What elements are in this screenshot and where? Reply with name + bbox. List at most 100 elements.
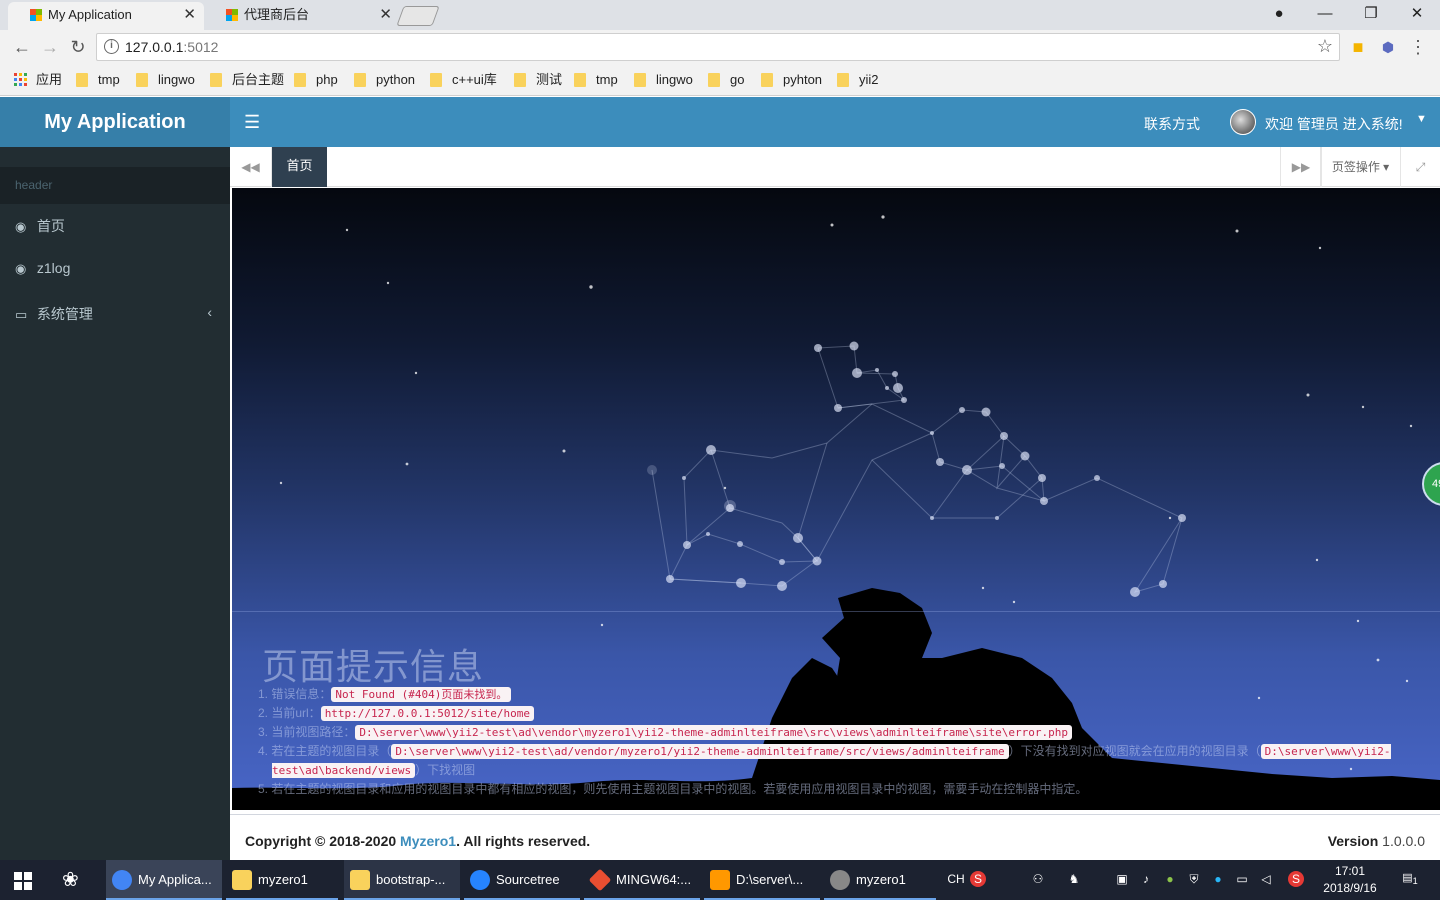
bookmark-folder[interactable]: tmp bbox=[574, 72, 618, 88]
bookmark-folder[interactable]: php bbox=[294, 72, 338, 88]
chevron-left-icon: ‹ bbox=[207, 304, 212, 320]
close-icon[interactable]: ✕ bbox=[379, 2, 392, 28]
sogou-icon[interactable]: S bbox=[1288, 871, 1304, 887]
dashboard-icon: ◉ bbox=[15, 219, 27, 234]
taskbar-item-myzero1[interactable]: myzero1 bbox=[824, 860, 936, 900]
ime-indicator[interactable]: CH bbox=[946, 871, 966, 887]
extension-r-icon[interactable]: ⬢ bbox=[1376, 36, 1400, 58]
sidebar-item-z1log[interactable]: ◉ z1log bbox=[0, 248, 230, 292]
browser-tab-bar: My Application ✕ 代理商后台 ✕ ● — ❐ ✕ bbox=[0, 0, 1440, 30]
sidebar-item-system[interactable]: ▭ 系统管理 ‹ bbox=[0, 292, 230, 336]
folder-icon bbox=[76, 73, 88, 87]
bookmark-folder[interactable]: c++ui库 bbox=[430, 72, 497, 88]
tab-title: 代理商后台 bbox=[244, 7, 310, 22]
minimize-icon[interactable]: — bbox=[1302, 0, 1348, 30]
browser-tab-my-application[interactable]: My Application ✕ bbox=[8, 2, 204, 30]
taskbar-item-chrome[interactable]: My Applica... bbox=[106, 860, 222, 900]
sidebar-item-home[interactable]: ◉ 首页 bbox=[0, 204, 230, 248]
tab-home[interactable]: 首页 bbox=[272, 147, 327, 187]
bookmark-folder[interactable]: yii2 bbox=[837, 72, 879, 88]
browser-tab-agent-backend[interactable]: 代理商后台 ✕ bbox=[204, 2, 400, 30]
people-icon[interactable]: ⚇ bbox=[1030, 871, 1046, 887]
taskbar-item-folder[interactable]: bootstrap-... bbox=[344, 860, 460, 900]
message-list: 1. 错误信息： Not Found (#404)页面未找到。 2. 当前url：… bbox=[258, 685, 1408, 798]
sogou-icon[interactable]: S bbox=[970, 871, 986, 887]
page-title: 页面提示信息 bbox=[262, 646, 485, 687]
info-icon[interactable]: i bbox=[104, 39, 119, 54]
caret-down-icon[interactable]: ▼ bbox=[1416, 113, 1427, 125]
maximize-icon[interactable]: ❐ bbox=[1348, 0, 1394, 30]
bookmark-folder[interactable]: tmp bbox=[76, 72, 120, 88]
view-path: D:\server\www\yii2-test\ad\vendor\myzero… bbox=[355, 725, 1072, 740]
windows-taskbar: ❀ My Applica... myzero1 bootstrap-... So… bbox=[0, 860, 1440, 900]
url-input[interactable]: i 127.0.0.1:5012 ☆ bbox=[96, 33, 1340, 61]
tray-app-icon[interactable]: ▣ bbox=[1114, 871, 1130, 887]
bookmark-folder[interactable]: 测试 bbox=[514, 72, 562, 88]
sidebar-item-label: 系统管理 bbox=[36, 306, 93, 322]
bookmark-apps[interactable]: 应用 bbox=[14, 72, 62, 88]
bookmark-folder[interactable]: pyhton bbox=[761, 72, 822, 88]
app-logo[interactable]: My Application bbox=[0, 97, 230, 147]
chat-icon[interactable]: ● bbox=[1210, 871, 1226, 887]
list-item: 2. 当前url： http://127.0.0.1:5012/site/home bbox=[258, 704, 1408, 723]
folder-icon bbox=[232, 870, 252, 890]
bookmark-folder[interactable]: lingwo bbox=[136, 72, 195, 88]
back-icon[interactable]: ← bbox=[10, 36, 34, 58]
taskbar-item-git-bash[interactable]: MINGW64:... bbox=[584, 860, 700, 900]
bookmarks-bar: 应用 tmp lingwo 后台主题 php python c++ui库 测试 … bbox=[0, 64, 1440, 96]
folder-icon bbox=[430, 73, 442, 87]
folder-icon bbox=[354, 73, 366, 87]
sidebar: header ◉ 首页 ◉ z1log ▭ 系统管理 ‹ bbox=[0, 147, 230, 860]
apps-grid-icon bbox=[14, 73, 27, 86]
new-tab-button[interactable] bbox=[396, 6, 440, 26]
windows-logo-icon bbox=[226, 9, 238, 21]
network-icon[interactable]: ▭ bbox=[1234, 871, 1250, 887]
volume-icon[interactable]: ◁ bbox=[1258, 871, 1274, 887]
avatar[interactable] bbox=[1230, 109, 1256, 135]
reload-icon[interactable]: ↻ bbox=[66, 36, 90, 58]
notification-center-icon[interactable]: ▤1 bbox=[1400, 870, 1420, 890]
footer: Copyright © 2018-2020 Myzero1. All right… bbox=[230, 814, 1440, 860]
error-code: Not Found (#404)页面未找到。 bbox=[331, 687, 512, 702]
scroll-right-button[interactable]: ▶▶ bbox=[1280, 147, 1322, 187]
list-item: 5. 若在主题的视图目录和应用的视图目录中都有相应的视图，则先使用主题视图目录中… bbox=[258, 782, 1088, 796]
close-icon[interactable]: ✕ bbox=[183, 2, 196, 28]
menu-icon[interactable]: ⋮ bbox=[1406, 36, 1430, 58]
qq-icon[interactable]: ♞ bbox=[1066, 871, 1082, 887]
taskbar-item-sourcetree[interactable]: Sourcetree bbox=[464, 860, 580, 900]
window-close-icon[interactable]: ✕ bbox=[1394, 0, 1440, 30]
fullscreen-icon[interactable]: ⤢ bbox=[1400, 147, 1440, 187]
extension-icon[interactable]: ■ bbox=[1346, 36, 1370, 58]
bookmark-folder[interactable]: go bbox=[708, 72, 744, 88]
sidebar-item-label: 首页 bbox=[36, 218, 65, 234]
scroll-left-button[interactable]: ◀◀ bbox=[230, 147, 272, 187]
bookmark-star-icon[interactable]: ☆ bbox=[1317, 36, 1333, 57]
double-right-icon: ▶▶ bbox=[1291, 160, 1311, 174]
hamburger-menu-icon[interactable]: ☰ bbox=[244, 112, 260, 133]
page-tab-strip: ◀◀ 首页 ▶▶ 页签操作 ▾ ⤢ bbox=[230, 147, 1440, 187]
start-icon[interactable] bbox=[14, 872, 32, 890]
forward-icon[interactable]: → bbox=[38, 36, 62, 58]
contact-link[interactable]: 联系方式 bbox=[1144, 114, 1200, 134]
company-link[interactable]: Myzero1 bbox=[400, 833, 456, 849]
shield-icon[interactable]: ⛨ bbox=[1186, 871, 1202, 887]
sidebar-item-label: z1log bbox=[36, 260, 71, 276]
360-icon[interactable]: ● bbox=[1162, 871, 1178, 887]
task-view-icon[interactable]: ❀ bbox=[62, 869, 86, 891]
tab-operations-dropdown[interactable]: 页签操作 ▾ bbox=[1320, 147, 1400, 187]
version-text: Version 1.0.0.0 bbox=[1327, 833, 1425, 849]
bookmark-folder[interactable]: lingwo bbox=[634, 72, 693, 88]
bookmark-folder[interactable]: 后台主题 bbox=[210, 72, 284, 88]
bookmark-folder[interactable]: python bbox=[354, 72, 415, 88]
bell-icon[interactable]: ♪ bbox=[1138, 871, 1154, 887]
clock[interactable]: 17:01 2018/9/16 bbox=[1315, 863, 1385, 897]
profile-icon[interactable]: ● bbox=[1256, 0, 1302, 30]
user-menu[interactable]: 欢迎 管理员 进入系统! bbox=[1265, 114, 1403, 134]
folder-icon bbox=[761, 73, 773, 87]
theme-view-dir: D:\server\www\yii2-test\ad/vendor/myzero… bbox=[391, 744, 1009, 759]
horizon-line bbox=[232, 611, 1440, 612]
taskbar-item-folder[interactable]: myzero1 bbox=[226, 860, 338, 900]
dashboard-icon: ◉ bbox=[15, 261, 27, 276]
folder-icon bbox=[350, 870, 370, 890]
taskbar-item-sublime[interactable]: D:\server\... bbox=[704, 860, 820, 900]
